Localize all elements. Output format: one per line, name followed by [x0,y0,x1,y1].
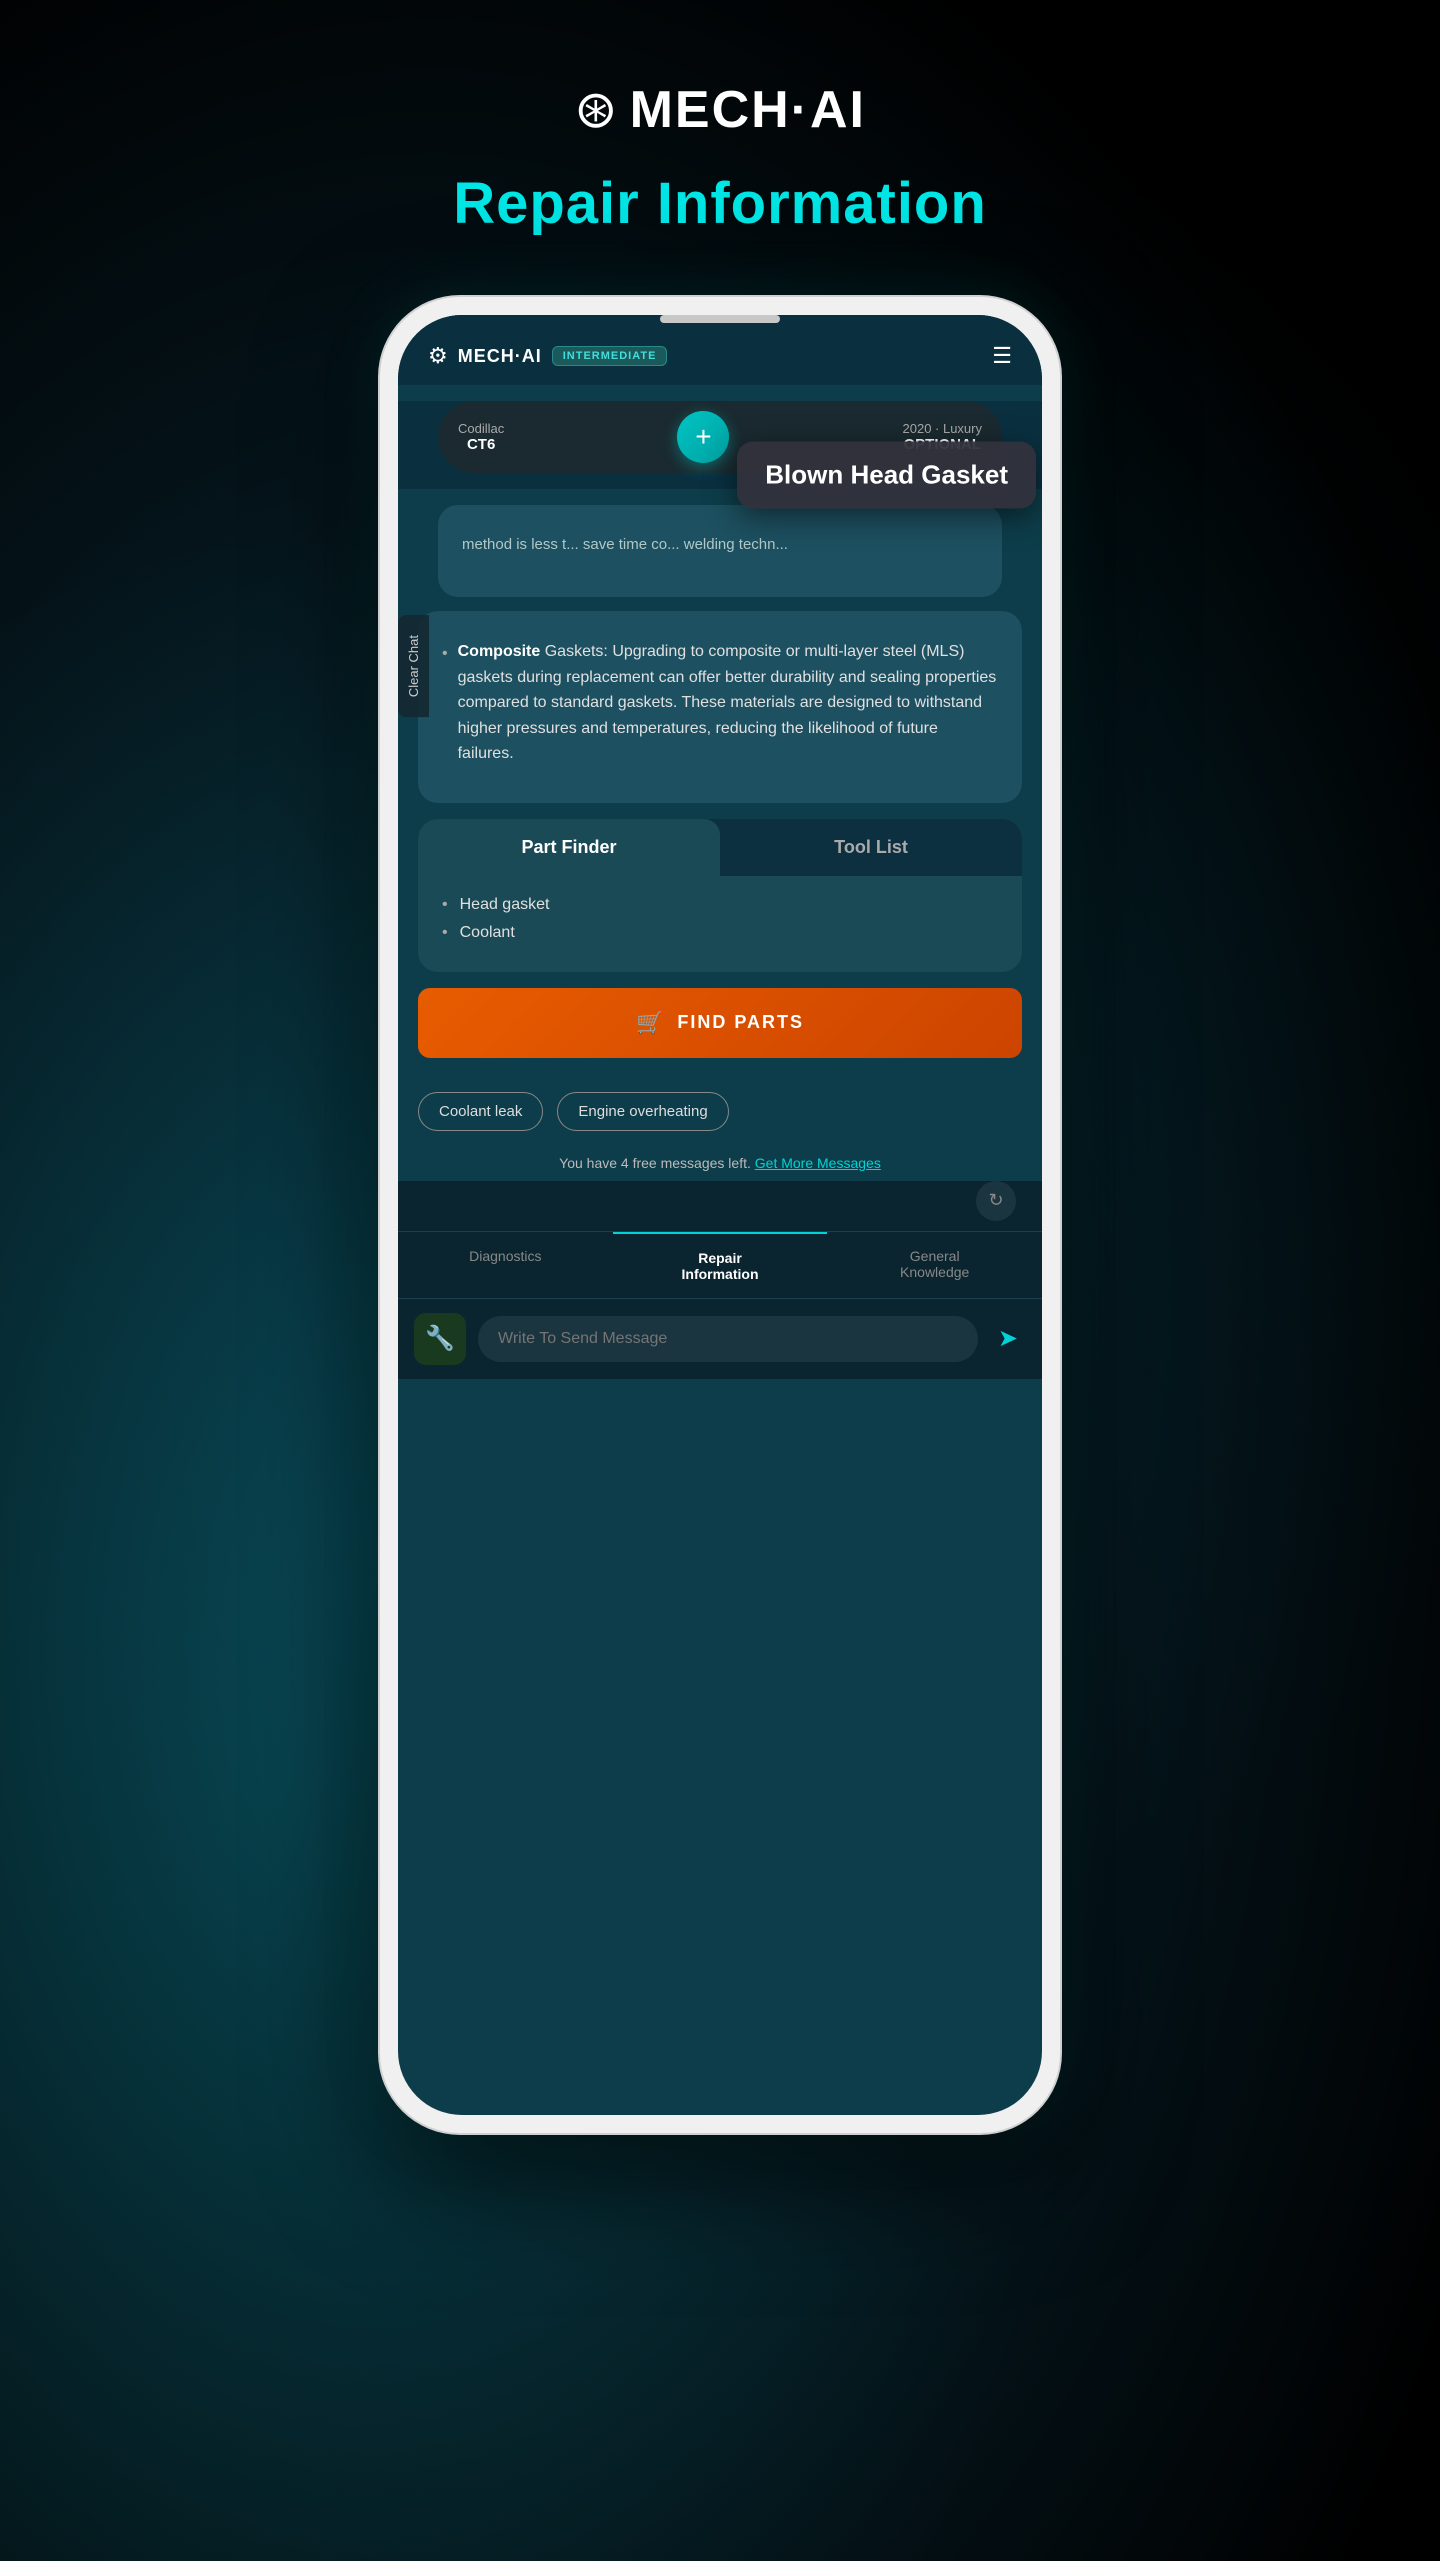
part-list: • Head gasket • Coolant [418,876,1022,972]
phone-notch [660,315,780,323]
part-name-2: Coolant [460,924,515,942]
composite-label: Composite [458,643,541,660]
partial-chat-text: method is less t... save time co... weld… [462,533,978,557]
logo-text: MECH·AI [630,80,866,140]
level-badge: INTERMEDIATE [552,346,668,366]
cart-icon: 🛒 [636,1010,663,1036]
app-logo-icon: ⚙ [428,343,448,369]
list-item: • Coolant [442,924,998,942]
find-parts-button[interactable]: 🛒 FIND PARTS [418,988,1022,1058]
app-header: ⚙ MECH·AI INTERMEDIATE ☰ [398,315,1042,385]
chip-engine-overheating[interactable]: Engine overheating [557,1092,728,1131]
tab-part-finder[interactable]: Part Finder [418,819,720,876]
menu-icon[interactable]: ☰ [992,343,1012,369]
gaskets-body: Upgrading to composite or multi-layer st… [458,643,997,762]
get-more-messages-link[interactable]: Get More Messages [755,1155,881,1171]
vehicle-model: CT6 [467,436,495,453]
logo-circuit-icon: ⊛ [574,84,618,136]
message-input-row: 🔧 ➤ [398,1298,1042,1379]
free-messages-bar: You have 4 free messages left. Get More … [398,1145,1042,1181]
blown-head-gasket-tooltip: Blown Head Gasket [737,442,1036,509]
list-item: • Head gasket [442,896,998,914]
tab-tool-list[interactable]: Tool List [720,819,1022,876]
part-bullet-1: • [442,896,448,914]
obd-icon: 🔧 [414,1313,466,1365]
bullet-text: Composite Gaskets: Upgrading to composit… [458,639,998,767]
chat-bubble-main: • Composite Gaskets: Upgrading to compos… [418,611,1022,803]
part-bullet-2: • [442,924,448,942]
logo: ⊛ MECH·AI [574,80,866,140]
vehicle-year: 2020 · Luxury [903,421,983,436]
gaskets-label: Gaskets: [545,643,613,660]
nav-diagnostics[interactable]: Diagnostics [398,1232,613,1298]
app-logo-name: MECH·AI [458,346,542,367]
page-title: Repair Information [453,170,987,237]
bottom-nav: Diagnostics RepairInformation GeneralKno… [398,1231,1042,1298]
add-vehicle-button[interactable]: + [677,411,729,463]
chip-coolant-leak[interactable]: Coolant leak [418,1092,543,1131]
free-messages-text: You have 4 free messages left. [559,1155,751,1171]
part-finder-tabs: Part Finder Tool List [418,819,1022,876]
vehicle-left: Codillac CT6 [458,421,504,453]
bullet-icon: • [442,641,448,667]
part-name-1: Head gasket [460,896,550,914]
send-button[interactable]: ➤ [990,1316,1026,1361]
clear-chat-button[interactable]: Clear Chat [398,615,429,717]
tooltip-text: Blown Head Gasket [765,460,1008,491]
part-finder-section: Part Finder Tool List • Head gasket • Co… [418,819,1022,972]
suggestion-chips: Coolant leak Engine overheating [398,1078,1042,1145]
find-parts-label: FIND PARTS [677,1012,804,1033]
nav-repair-information[interactable]: RepairInformation [613,1232,828,1298]
vehicle-make: Codillac [458,421,504,436]
message-input[interactable] [478,1316,978,1362]
refresh-button[interactable]: ↻ [976,1181,1016,1221]
chat-bubble-partial: method is less t... save time co... weld… [438,505,1002,597]
phone-frame: Clear Chat ⚙ MECH·AI INTERMEDIATE ☰ Codi… [380,297,1060,2133]
nav-general-knowledge[interactable]: GeneralKnowledge [827,1232,1042,1298]
